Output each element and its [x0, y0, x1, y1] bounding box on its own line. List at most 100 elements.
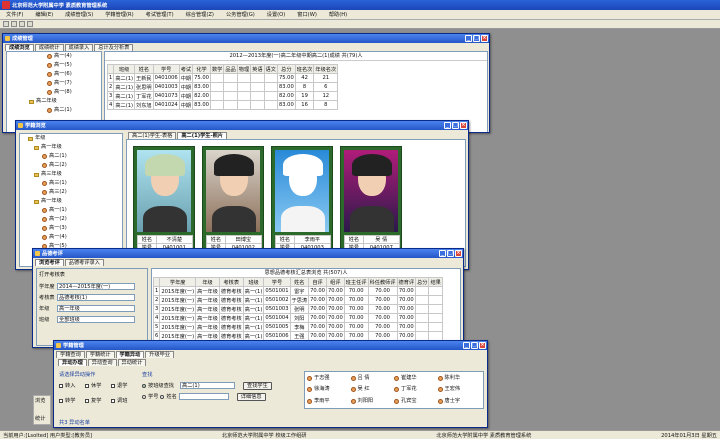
table-row[interactable]: 4 高二(1) 刘东旭 0401024 中期 83.00 83.00 16 8	[106, 100, 339, 110]
tab[interactable]: 成绩统计	[34, 44, 64, 51]
maximize-button[interactable]: □	[447, 250, 454, 257]
tree-node[interactable]: 高二(2)	[20, 161, 122, 170]
tab[interactable]: 成绩浏览	[5, 44, 34, 51]
menu-item[interactable]: 公务管理(G)	[220, 11, 261, 18]
table-row[interactable]: 3 高二(1) 丁军花 0401073 中期 82.00 82.00 19 12	[106, 91, 339, 101]
menu-item[interactable]: 成绩管理(S)	[59, 11, 99, 18]
tree-node[interactable]: 高一(6)	[7, 70, 101, 79]
tree-node[interactable]: 高一(4)	[7, 52, 101, 61]
student-entry[interactable]: 陈利华	[437, 374, 482, 383]
menu-item[interactable]: 编辑(E)	[29, 11, 59, 18]
student-entry[interactable]: 唐士宇	[437, 397, 482, 406]
grade-select[interactable]: 高一年级	[57, 305, 135, 312]
maximize-button[interactable]: □	[452, 122, 459, 129]
tab[interactable]: 学籍查询	[56, 351, 85, 358]
detail-button[interactable]: 详细信息	[236, 392, 266, 401]
student-card[interactable]: 姓名李雨平学号0401003	[271, 146, 333, 254]
school-year-select[interactable]: 2014—2015年度(一)	[57, 283, 135, 290]
tab[interactable]: 总计及分析表	[94, 44, 134, 51]
tab[interactable]: 学籍统计	[85, 351, 115, 358]
table-row[interactable]: 1 2015年度(一) 高一年级 德育考核 高一(1) 0501001 雷宇 70.00 70.…	[152, 286, 443, 296]
side-nav-item[interactable]: 统计	[35, 415, 49, 424]
table-row[interactable]: 2 高二(1) 张思明 0401003 中期 83.00 83.00 8 6	[106, 82, 339, 92]
op-checkbox[interactable]	[59, 398, 63, 403]
table-row[interactable]: 5 2015年度(一) 高一年级 德育考核 高一(1) 0501005 李梅 70.00 70.…	[152, 322, 443, 332]
op-option[interactable]: 转入	[59, 381, 85, 390]
op-option[interactable]: 复学	[85, 396, 111, 405]
student-entry[interactable]: 徐海涛	[307, 385, 351, 394]
student-entry[interactable]: 丁军花	[394, 385, 438, 394]
close-button[interactable]: ×	[479, 342, 486, 349]
student-entry[interactable]: 孔宾宝	[394, 397, 438, 406]
tree-node[interactable]: 高一(2)	[20, 215, 122, 224]
menu-item[interactable]: 窗口(W)	[291, 11, 323, 18]
type-select[interactable]: 品德考核(1)	[57, 294, 135, 301]
op-option[interactable]: 退学	[111, 381, 137, 390]
tab[interactable]: 品德考评录入	[64, 259, 104, 266]
help-icon[interactable]	[27, 21, 33, 27]
menu-item[interactable]: 帮助(H)	[323, 11, 353, 18]
menu-item[interactable]: 考试管理(T)	[140, 11, 180, 18]
table-row[interactable]: 2 2015年度(一) 高一年级 德育考核 高一(1) 0501002 于思涛 70.00 70…	[152, 295, 443, 305]
tree-node[interactable]: 高一(1)	[20, 206, 122, 215]
tab[interactable]: 异动统计	[117, 359, 147, 366]
side-nav-item[interactable]: 浏览	[35, 397, 49, 406]
op-checkbox[interactable]	[59, 383, 63, 388]
class-radio[interactable]	[142, 383, 146, 388]
tree-node[interactable]: 高二(1)	[7, 106, 101, 115]
student-card[interactable]: 姓名不清楚学号0401001	[133, 146, 195, 254]
tab[interactable]: 高二(1)学生-表格	[128, 132, 177, 139]
student-entry[interactable]: 于志强	[307, 374, 351, 383]
new-icon[interactable]	[3, 21, 9, 27]
student-entry[interactable]: 李雨平	[307, 397, 351, 406]
tree-node[interactable]: 高一(3)	[20, 224, 122, 233]
tab[interactable]: 成绩录入	[64, 44, 94, 51]
tab[interactable]: 异动查询	[87, 359, 117, 366]
table-row[interactable]: 3 2015年度(一) 高一年级 德育考核 高一(1) 0501003 张明 70.00 70.…	[152, 304, 443, 314]
menu-item[interactable]: 综合管理(Z)	[180, 11, 220, 18]
table-row[interactable]: 4 2015年度(一) 高一年级 德育考核 高一(1) 0501004 刘阳 70.00 70.…	[152, 313, 443, 323]
minimize-button[interactable]: _	[463, 342, 470, 349]
side-nav-item[interactable]	[35, 406, 49, 415]
tab[interactable]: 高二(1)学生-照片	[177, 132, 227, 139]
close-button[interactable]: ×	[460, 122, 467, 129]
print-icon[interactable]	[19, 21, 25, 27]
find-student-button[interactable]: 查找学生	[243, 381, 272, 390]
tab[interactable]: 升级毕业	[145, 351, 175, 358]
op-option[interactable]: 休学	[85, 381, 111, 390]
table-row[interactable]: 1 高二(1) 王新民 0401006 中期 75.00 75.00 42 21	[106, 73, 339, 83]
tree-node[interactable]: 高二(1)	[20, 152, 122, 161]
op-option[interactable]: 调班	[111, 396, 137, 405]
id-radio[interactable]	[142, 394, 146, 399]
menu-item[interactable]: 文件(F)	[0, 11, 29, 18]
student-entry[interactable]: 吕 倩	[350, 374, 395, 383]
tab[interactable]: 异动办理	[58, 359, 87, 366]
tab[interactable]: 浏览考评	[35, 259, 64, 266]
class-select[interactable]: 全部班级	[57, 316, 135, 323]
tree-node[interactable]: 高一(7)	[7, 79, 101, 88]
open-icon[interactable]	[11, 21, 17, 27]
class-select[interactable]: 高二(1)	[180, 382, 235, 389]
close-button[interactable]: ×	[455, 250, 462, 257]
tree-node[interactable]: 高一年级	[20, 143, 122, 152]
student-entry[interactable]: 王宏伟	[437, 385, 482, 394]
student-entry[interactable]: 刘阳阳	[350, 397, 395, 406]
minimize-button[interactable]: _	[439, 250, 446, 257]
tree-node[interactable]: 高二年级	[7, 97, 101, 106]
student-card[interactable]: 姓名吴 倩学号0401007	[340, 146, 402, 254]
op-checkbox[interactable]	[111, 383, 115, 388]
tree-node[interactable]: 高一(4)	[20, 233, 122, 242]
student-entry[interactable]: 吴 红	[350, 385, 395, 394]
tree-node[interactable]: 高一(5)	[7, 61, 101, 70]
menu-item[interactable]: 设置(O)	[261, 11, 292, 18]
op-checkbox[interactable]	[85, 398, 89, 403]
op-checkbox[interactable]	[85, 383, 89, 388]
tree-node[interactable]: 高三(2)	[20, 188, 122, 197]
maximize-button[interactable]: □	[473, 35, 480, 42]
tab[interactable]: 学籍异动	[115, 351, 145, 358]
op-option[interactable]: 转学	[59, 396, 85, 405]
close-button[interactable]: ×	[481, 35, 488, 42]
maximize-button[interactable]: □	[471, 342, 478, 349]
name-radio[interactable]	[160, 394, 165, 399]
student-entry[interactable]: 崔建华	[394, 374, 438, 383]
